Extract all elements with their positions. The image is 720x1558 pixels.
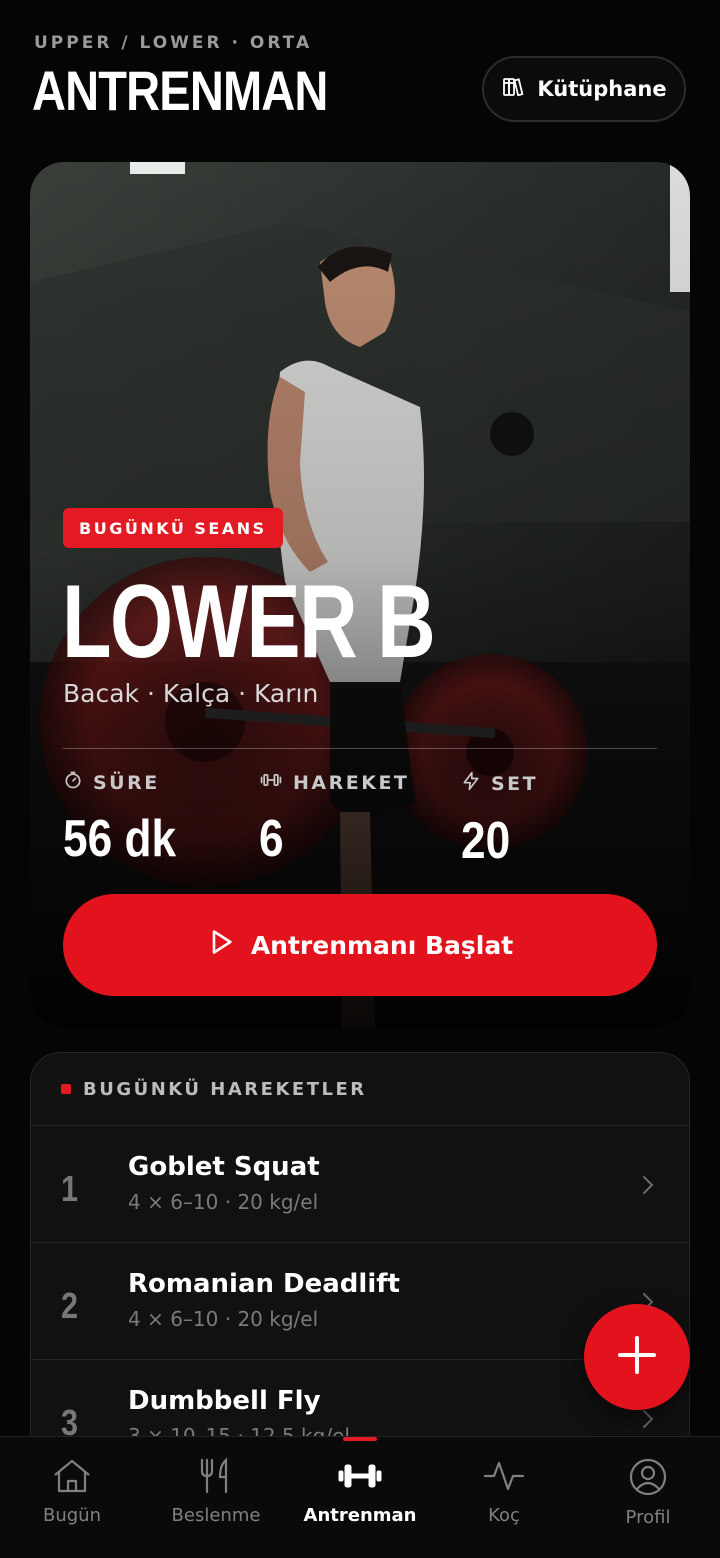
stat-value: 6 [259,810,284,868]
divider [63,748,657,749]
exercise-name: Romanian Deadlift [128,1269,400,1299]
exercise-list-header: BUGÜNKÜ HAREKETLER [31,1053,689,1126]
stat-sets: SET 20 [461,770,538,871]
stat-label: SÜRE [93,771,160,794]
stat-label: HAREKET [293,771,410,794]
bottom-tab-bar: Bugün Beslenme Antrenman Koç Profil [0,1436,720,1558]
exercise-name: Dumbbell Fly [128,1386,321,1416]
add-button[interactable] [584,1304,690,1410]
stat-value: 56 dk [63,810,177,868]
tab-label: Koç [488,1505,520,1526]
accent-square [61,1084,71,1094]
tab-label: Beslenme [171,1505,261,1526]
tab-beslenme[interactable]: Beslenme [144,1437,288,1558]
today-session-card: BUGÜNKÜ SEANS LOWER B Bacak · Kalça · Ka… [30,162,690,1028]
program-label: UPPER / LOWER · ORTA [34,33,313,53]
plus-icon [616,1334,658,1380]
chevron-right-icon [641,1174,655,1200]
exercise-number: 2 [61,1285,79,1326]
user-icon [628,1457,668,1501]
tab-label: Profil [625,1507,671,1528]
exercise-row[interactable]: 1 Goblet Squat 4 × 6–10 · 20 kg/el [31,1126,689,1243]
exercise-meta: 4 × 6–10 · 20 kg/el [128,1307,319,1331]
activity-icon [482,1457,526,1499]
start-workout-button[interactable]: Antrenmanı Başlat [63,894,657,996]
lightning-icon [461,770,481,797]
tab-koc[interactable]: Koç [432,1437,576,1558]
exercise-list-card: BUGÜNKÜ HAREKETLER 1 Goblet Squat 4 × 6–… [30,1052,690,1472]
session-subtitle: Bacak · Kalça · Karın [63,679,319,708]
tab-label: Antrenman [303,1505,417,1526]
tab-label: Bugün [43,1505,101,1526]
stat-label: SET [491,772,539,795]
exercise-number: 1 [61,1168,79,1209]
exercise-name: Goblet Squat [128,1152,320,1182]
exercise-list-title: BUGÜNKÜ HAREKETLER [83,1078,367,1100]
today-session-badge: BUGÜNKÜ SEANS [63,508,283,548]
library-button[interactable]: Kütüphane [482,56,686,122]
stat-exercises: HAREKET 6 [259,770,409,869]
tab-bugun[interactable]: Bugün [0,1437,144,1558]
library-label: Kütüphane [537,77,667,101]
books-icon [501,75,525,103]
stat-value: 20 [461,812,511,870]
session-title: LOWER B [62,564,436,680]
active-tab-indicator [343,1437,377,1441]
play-icon [207,928,235,962]
tab-antrenman[interactable]: Antrenman [288,1437,432,1558]
dumbbell-icon [337,1457,383,1499]
home-icon [51,1457,93,1499]
tab-profil[interactable]: Profil [576,1437,720,1558]
dumbbell-icon [259,770,283,795]
exercise-meta: 4 × 6–10 · 20 kg/el [128,1190,319,1214]
chevron-right-icon [641,1408,655,1434]
timer-icon [63,770,83,795]
start-workout-label: Antrenmanı Başlat [250,930,514,960]
header: UPPER / LOWER · ORTA ANTRENMAN Kütüphane [0,0,720,150]
fork-knife-icon [196,1457,236,1499]
page-title: ANTRENMAN [32,59,328,122]
stat-duration: SÜRE 56 dk [63,770,196,869]
